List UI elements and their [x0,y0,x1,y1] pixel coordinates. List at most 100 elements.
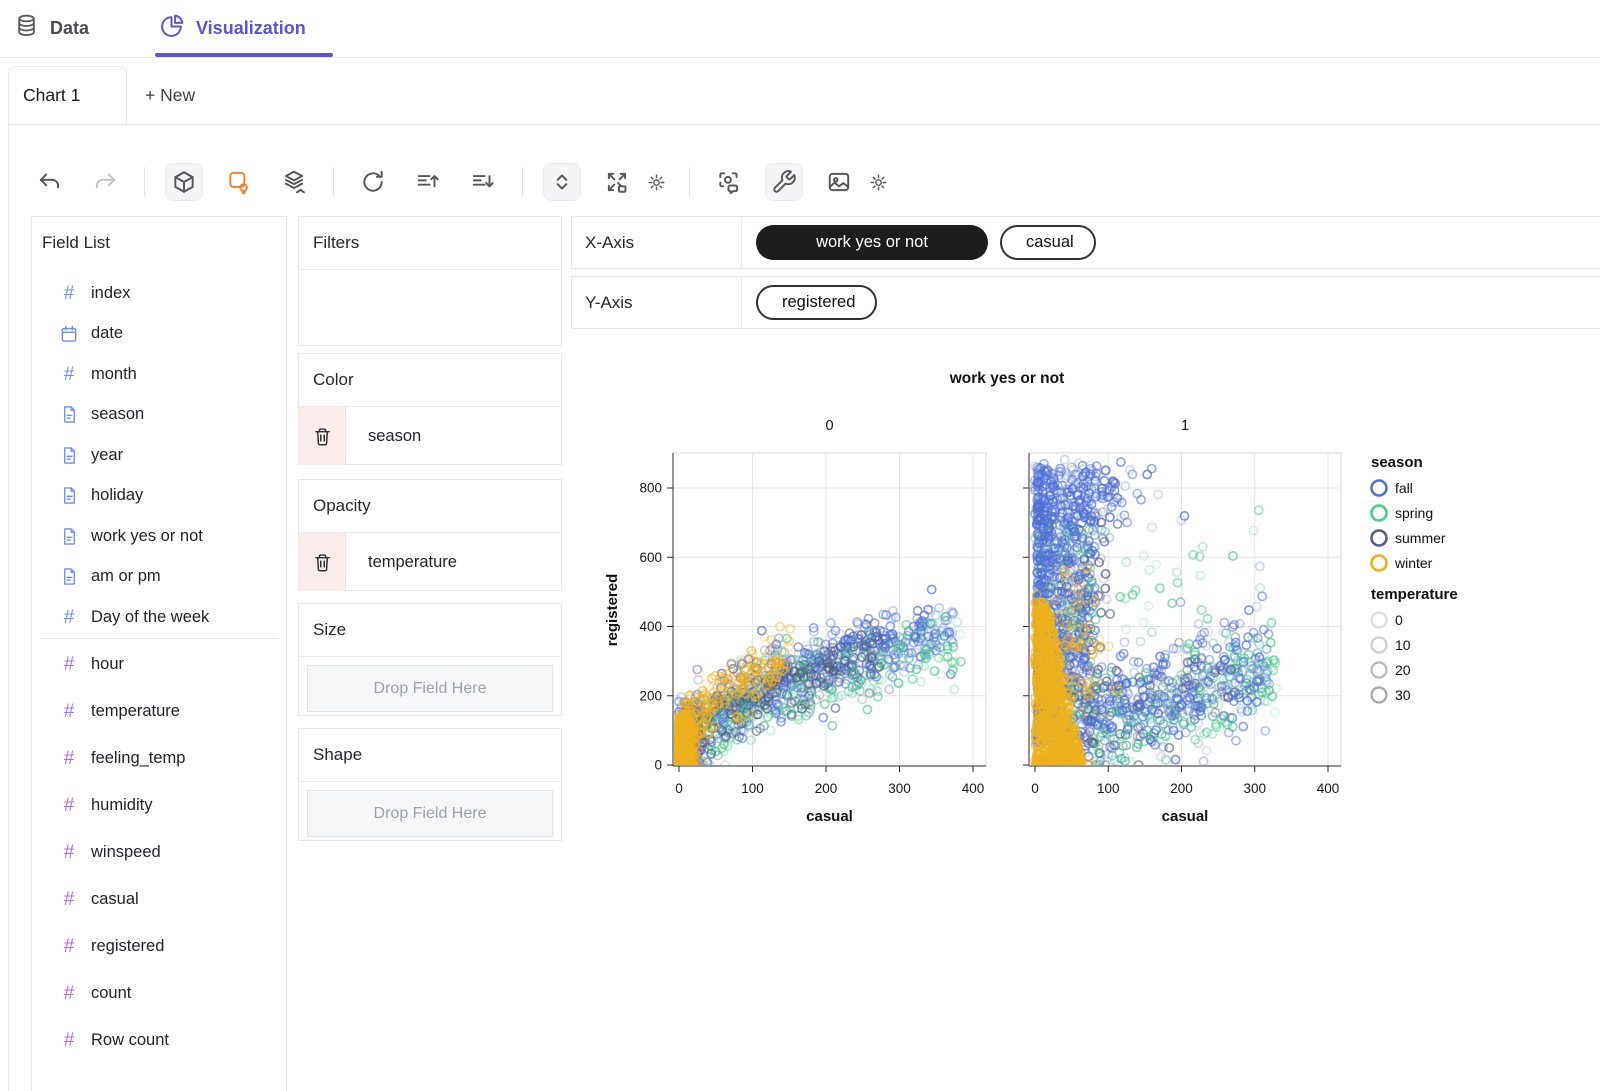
field-item[interactable]: season [32,395,286,436]
field-label: holiday [91,486,144,505]
chart-tab-label: Chart 1 [23,85,81,105]
hash-icon: # [63,701,75,722]
redo-button[interactable] [86,163,124,201]
facet-1-points [1030,454,1281,765]
hash-icon: # [63,363,75,385]
pie-chart-icon [160,13,185,43]
field-pill-label: work yes or not [816,233,928,251]
field-item[interactable]: # Row count [32,1017,286,1064]
opacity-title: Opacity [299,480,561,533]
hash-icon: # [63,983,75,1004]
field-item[interactable]: # count [32,970,286,1017]
svg-text:800: 800 [639,481,662,496]
color-card: Color season [298,353,562,465]
x-axis-field-pill[interactable]: work yes or not [756,225,988,260]
document-icon [63,406,75,423]
legend-item-label: summer [1395,530,1446,546]
sort-descending-button[interactable] [464,163,502,201]
tab-data[interactable]: Data [14,0,89,56]
field-label: winspeed [91,843,161,861]
field-list-panel: Field List # index date # month season year hol… [31,216,287,1091]
hash-icon: # [63,282,75,304]
field-item[interactable]: # feeling_temp [32,735,286,782]
legend-swatch [1370,554,1388,572]
layers-button[interactable] [275,163,313,201]
tab-visualization[interactable]: Visualization [160,0,306,56]
field-item[interactable]: year [32,435,286,476]
legend-swatch [1370,611,1388,629]
visualization-app: Data Visualization Chart 1 + New Field L… [0,0,1600,1091]
calendar-icon [61,325,77,342]
field-item[interactable]: # month [32,354,286,395]
field-label: season [91,405,145,424]
label-highlight-button[interactable] [220,163,258,201]
y-axis-pills: registered [742,277,1600,328]
svg-text:200: 200 [1170,781,1193,796]
legend-item-label: winter [1394,555,1433,571]
hash-icon: # [63,1030,75,1051]
color-field-label: season [368,426,422,445]
svg-text:100: 100 [741,781,764,796]
color-field-pill[interactable]: season [299,407,561,465]
filters-empty-area[interactable] [299,270,561,346]
chart-tab-1[interactable]: Chart 1 [8,66,127,124]
field-item[interactable]: work yes or not [32,516,286,557]
field-item[interactable]: # index [32,273,286,314]
remove-opacity-field-button[interactable] [299,533,346,591]
field-item[interactable]: # humidity [32,782,286,829]
shape-drop-zone[interactable]: Drop Field Here [307,790,553,837]
size-drop-zone[interactable]: Drop Field Here [307,665,553,712]
svg-text:400: 400 [1317,781,1340,796]
refresh-button[interactable] [354,163,392,201]
remove-color-field-button[interactable] [299,407,346,465]
field-item[interactable]: date [32,314,286,355]
svg-text:400: 400 [639,619,662,634]
export-image-button[interactable] [820,163,858,201]
x-axis-pills: work yes or not casual [742,217,1600,268]
resize-mode-button[interactable] [543,163,581,201]
active-tab-underline [155,53,333,57]
y-axis-row: Y-Axis registered [571,276,1600,329]
chart-canvas: work yes or not 0 1 0 200 400 600 800 0 100 200 300… [571,336,1600,892]
image-settings-gear-icon[interactable] [865,163,891,201]
field-label: index [91,283,131,302]
field-list-title: Field List [42,233,111,252]
hash-icon: # [63,936,75,957]
x-axis-field-pill[interactable]: casual [1000,225,1096,260]
field-item[interactable]: # Day of the week [32,597,286,638]
size-card: Size Drop Field Here [298,603,562,716]
y-axis-label: Y-Axis [572,277,742,328]
legend-swatch [1370,661,1388,679]
field-label: work yes or not [91,526,203,545]
color-title: Color [299,354,561,407]
chart-title: work yes or not [949,370,1065,387]
facet-label: 0 [825,418,833,434]
y-axis-field-pill[interactable]: registered [756,285,878,320]
explore-insight-button[interactable] [710,163,748,201]
opacity-field-pill[interactable]: temperature [299,533,561,591]
field-item[interactable]: am or pm [32,557,286,598]
field-label: year [91,445,124,464]
hash-icon: # [63,606,75,628]
undo-button[interactable] [31,163,69,201]
legend-swatch [1370,504,1388,522]
new-chart-button[interactable]: + New [145,66,195,124]
svg-text:300: 300 [888,781,911,796]
field-item[interactable]: # hour [32,641,286,688]
svg-text:100: 100 [1097,781,1120,796]
legend-swatch [1370,686,1388,704]
database-icon [14,13,39,43]
tools-wrench-button[interactable] [765,163,803,201]
field-label: humidity [91,796,153,814]
aggregation-cube-button[interactable] [165,163,203,201]
field-item[interactable]: # registered [32,923,286,970]
field-item[interactable]: # winspeed [32,829,286,876]
tab-visualization-label: Visualization [196,17,306,38]
field-item[interactable]: # temperature [32,688,286,735]
sort-ascending-button[interactable] [409,163,447,201]
legend-swatch [1370,479,1388,497]
field-item[interactable]: # casual [32,876,286,923]
expand-layout-button[interactable] [598,163,636,201]
layout-settings-gear-icon[interactable] [643,163,669,201]
field-item[interactable]: holiday [32,476,286,517]
